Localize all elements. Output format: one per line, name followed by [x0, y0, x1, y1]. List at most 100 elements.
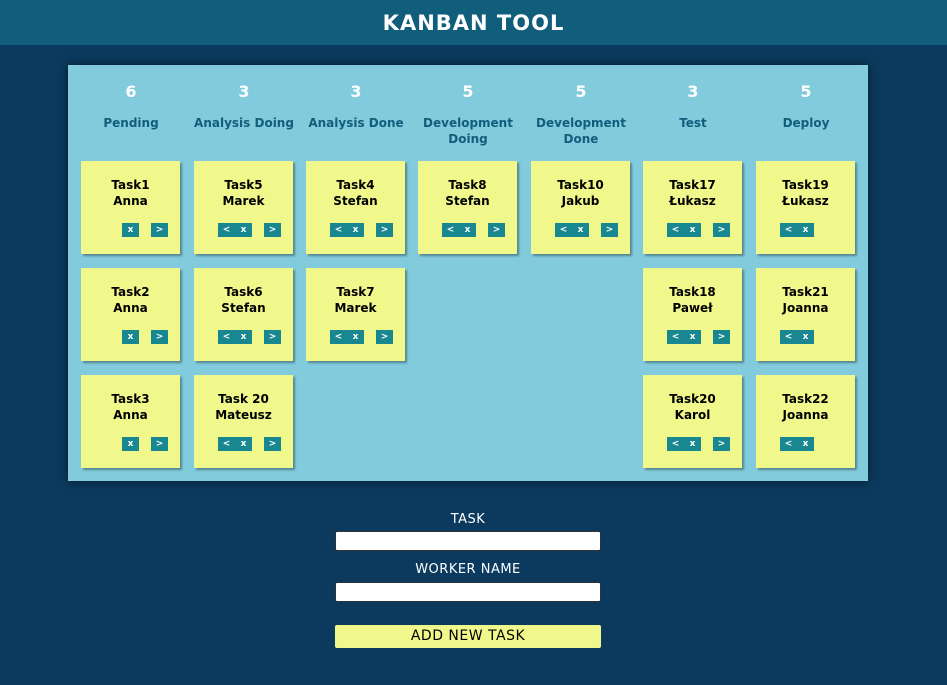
header-bar: KANBAN TOOL: [0, 0, 947, 45]
task-card: Task22 Joanna < x: [756, 375, 855, 468]
app-title: KANBAN TOOL: [382, 10, 565, 35]
delete-task-button[interactable]: x: [122, 437, 139, 451]
worker-name-input[interactable]: [335, 582, 601, 602]
task-card: Task1 Anna x >: [81, 161, 180, 254]
task-card: Task2 Anna x >: [81, 268, 180, 361]
move-right-button[interactable]: >: [713, 437, 730, 451]
kanban-board: 6 Pending Task1 Anna x > Task2 Anna x > Task3 Anna x…: [68, 65, 868, 481]
task-card: Task17 Łukasz < x >: [643, 161, 742, 254]
worker-name: Joanna: [782, 408, 829, 422]
task-label: TASK: [450, 512, 486, 527]
delete-task-button[interactable]: x: [797, 437, 814, 451]
move-left-button[interactable]: <: [780, 330, 797, 344]
task-name: Task6: [224, 285, 263, 299]
delete-task-button[interactable]: x: [684, 223, 701, 237]
move-right-button[interactable]: >: [151, 223, 168, 237]
move-right-button[interactable]: >: [264, 330, 281, 344]
worker-name: Stefan: [445, 194, 490, 208]
task-name: Task18: [669, 285, 716, 299]
worker-name: Łukasz: [782, 194, 829, 208]
task-card: Task19 Łukasz < x: [756, 161, 855, 254]
task-name: Task22: [782, 392, 829, 406]
delete-task-button[interactable]: x: [347, 223, 364, 237]
move-right-button[interactable]: >: [713, 223, 730, 237]
column-title: Test: [679, 116, 707, 130]
column-title: Analysis Done: [308, 116, 404, 130]
task-name: Task7: [336, 285, 375, 299]
column-count: 3: [350, 82, 362, 101]
task-card: Task10 Jakub < x >: [531, 161, 630, 254]
delete-task-button[interactable]: x: [684, 330, 701, 344]
move-left-button[interactable]: <: [667, 437, 684, 451]
worker-name: Anna: [113, 408, 148, 422]
task-name: Task19: [782, 178, 829, 192]
task-input[interactable]: [335, 531, 601, 551]
worker-name: Joanna: [782, 301, 829, 315]
task-card: Task21 Joanna < x: [756, 268, 855, 361]
worker-name: Stefan: [221, 301, 266, 315]
move-right-button[interactable]: >: [264, 437, 281, 451]
task-name: Task20: [669, 392, 716, 406]
task-name: Task5: [224, 178, 263, 192]
move-right-button[interactable]: >: [376, 223, 393, 237]
task-card: Task5 Marek < x >: [194, 161, 293, 254]
move-right-button[interactable]: >: [264, 223, 281, 237]
delete-task-button[interactable]: x: [684, 437, 701, 451]
task-name: Task10: [557, 178, 604, 192]
delete-task-button[interactable]: x: [347, 330, 364, 344]
move-left-button[interactable]: <: [555, 223, 572, 237]
task-card: Task7 Marek < x >: [306, 268, 405, 361]
delete-task-button[interactable]: x: [122, 330, 139, 344]
column-title: Deploy: [782, 116, 830, 130]
move-right-button[interactable]: >: [713, 330, 730, 344]
column-count: 5: [575, 82, 587, 101]
move-left-button[interactable]: <: [667, 223, 684, 237]
move-left-button[interactable]: <: [780, 437, 797, 451]
move-right-button[interactable]: >: [488, 223, 505, 237]
move-left-button[interactable]: <: [667, 330, 684, 344]
move-right-button[interactable]: >: [151, 437, 168, 451]
worker-name: Anna: [113, 194, 148, 208]
worker-name: Łukasz: [669, 194, 716, 208]
delete-task-button[interactable]: x: [235, 437, 252, 451]
move-left-button[interactable]: <: [442, 223, 459, 237]
column-count: 5: [800, 82, 812, 101]
delete-task-button[interactable]: x: [235, 223, 252, 237]
add-new-task-button[interactable]: ADD NEW TASK: [335, 625, 601, 648]
column-title: Development Done: [536, 116, 626, 146]
move-left-button[interactable]: <: [218, 223, 235, 237]
task-card: Task4 Stefan < x >: [306, 161, 405, 254]
delete-task-button[interactable]: x: [459, 223, 476, 237]
column-count: 6: [125, 82, 137, 101]
column-title: Pending: [103, 116, 159, 130]
move-left-button[interactable]: <: [330, 223, 347, 237]
task-name: Task4: [336, 178, 375, 192]
task-name: Task3: [111, 392, 150, 406]
move-right-button[interactable]: >: [601, 223, 618, 237]
delete-task-button[interactable]: x: [797, 330, 814, 344]
column-title: Analysis Doing: [194, 116, 294, 130]
column-count: 3: [238, 82, 250, 101]
worker-name: Jakub: [561, 194, 600, 208]
task-card: Task6 Stefan < x >: [194, 268, 293, 361]
move-right-button[interactable]: >: [376, 330, 393, 344]
move-left-button[interactable]: <: [330, 330, 347, 344]
delete-task-button[interactable]: x: [122, 223, 139, 237]
worker-name: Marek: [222, 194, 265, 208]
column-title: Development Doing: [423, 116, 513, 146]
move-left-button[interactable]: <: [218, 437, 235, 451]
delete-task-button[interactable]: x: [572, 223, 589, 237]
delete-task-button[interactable]: x: [235, 330, 252, 344]
task-card: Task18 Paweł < x >: [643, 268, 742, 361]
task-name: Task21: [782, 285, 829, 299]
task-card: Task3 Anna x >: [81, 375, 180, 468]
delete-task-button[interactable]: x: [797, 223, 814, 237]
worker-name: Karol: [674, 408, 711, 422]
task-card: Task8 Stefan < x >: [418, 161, 517, 254]
task-card: Task20 Karol < x >: [643, 375, 742, 468]
move-left-button[interactable]: <: [218, 330, 235, 344]
move-right-button[interactable]: >: [151, 330, 168, 344]
move-left-button[interactable]: <: [780, 223, 797, 237]
task-name: Task2: [111, 285, 150, 299]
worker-name: Stefan: [333, 194, 378, 208]
